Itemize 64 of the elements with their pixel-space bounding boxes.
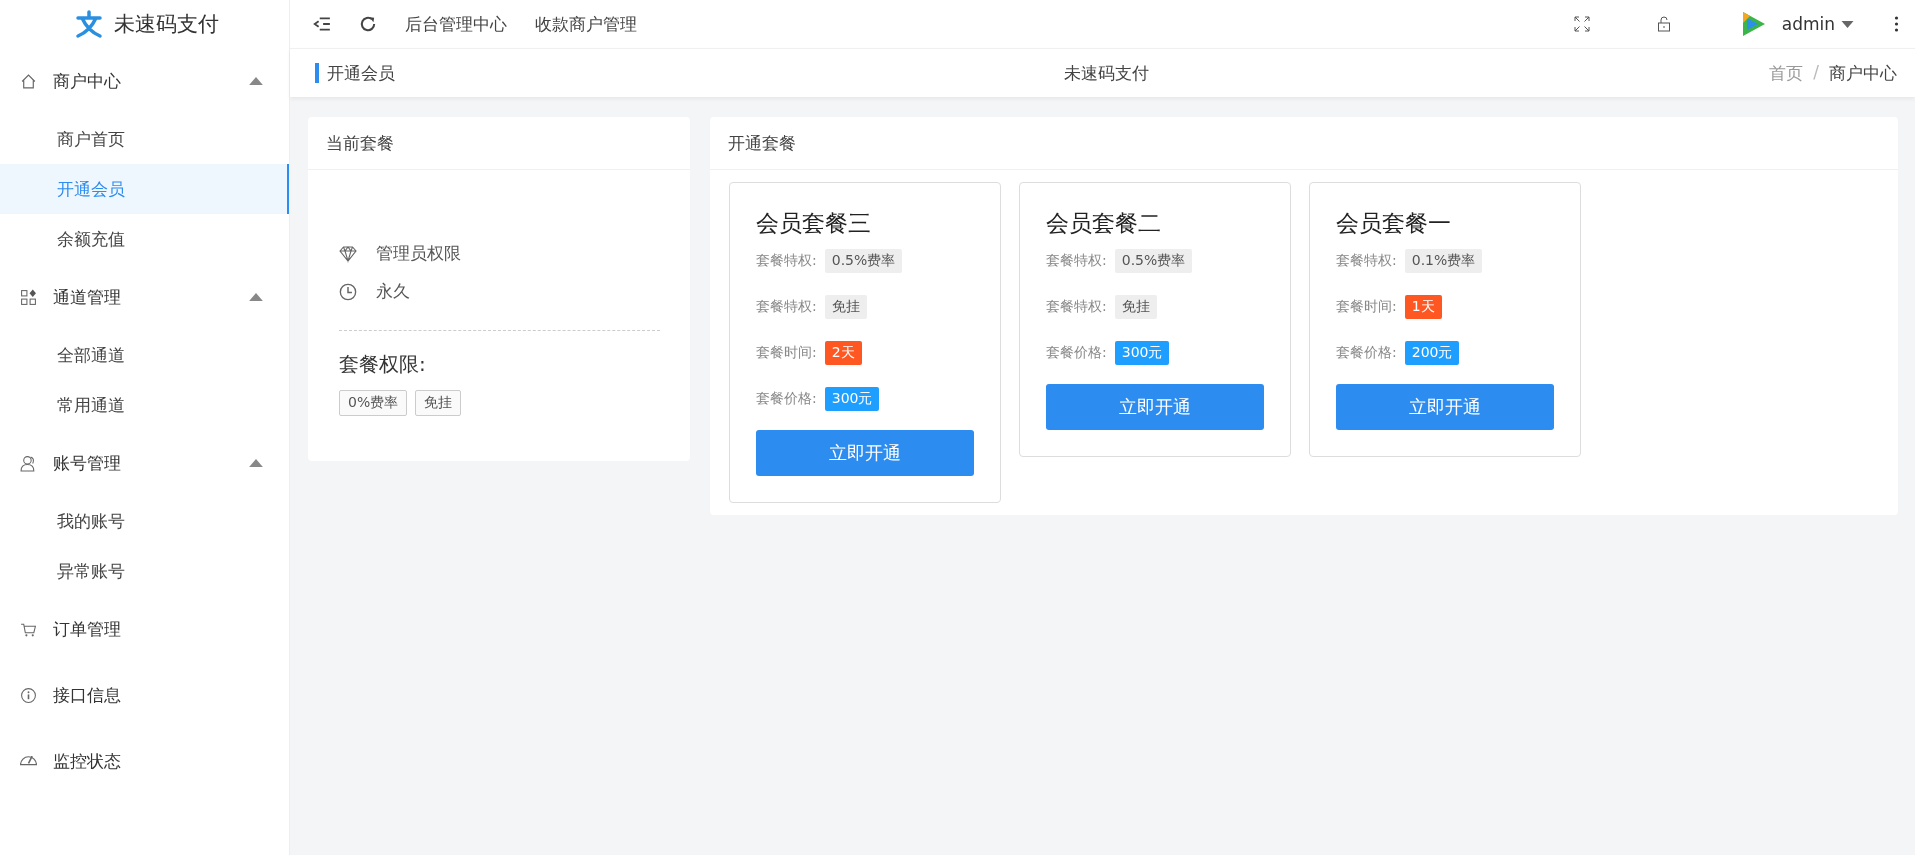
plan-role: 管理员权限 — [376, 242, 461, 265]
row-label: 套餐时间: — [1336, 298, 1397, 316]
menu-group[interactable]: 订单管理 — [0, 596, 289, 662]
gauge-icon — [20, 756, 37, 766]
plan-tag: 200元 — [1404, 341, 1460, 365]
menu-item[interactable]: 商户首页 — [0, 114, 289, 164]
plan-tag: 0.5%费率 — [1114, 249, 1193, 273]
info-icon — [20, 686, 37, 704]
user-name[interactable]: admin — [1781, 14, 1835, 34]
plan-duration: 永久 — [376, 280, 410, 303]
menu-group[interactable]: 通道管理 — [0, 264, 289, 330]
menu-item[interactable]: 余额充值 — [0, 214, 289, 264]
apps-icon — [20, 288, 37, 306]
plan-tag: 0.5%费率 — [824, 249, 903, 273]
menu-item[interactable]: 常用通道 — [0, 380, 289, 430]
plan-tag: 0.1%费率 — [1404, 249, 1483, 273]
row-label: 套餐价格: — [756, 390, 817, 408]
row-label: 套餐特权: — [1336, 252, 1397, 270]
breadcrumb-separator: / — [1813, 61, 1819, 84]
plan-tag: 300元 — [824, 387, 880, 411]
nav-link[interactable]: 收款商户管理 — [535, 12, 637, 36]
menu-group[interactable]: 接口信息 — [0, 662, 289, 728]
card-title: 当前套餐 — [308, 117, 690, 170]
refresh-icon[interactable] — [359, 15, 377, 33]
menu-item[interactable]: 我的账号 — [0, 496, 289, 546]
menu-group[interactable]: 商户中心 — [0, 48, 289, 114]
menu-item[interactable]: 全部通道 — [0, 330, 289, 380]
home-icon — [20, 72, 37, 90]
caret-icon[interactable] — [1841, 20, 1854, 28]
more-icon[interactable] — [1894, 16, 1899, 32]
plan-tag: 免挂 — [1114, 295, 1157, 319]
perm-tag: 免挂 — [415, 390, 462, 416]
menu-group[interactable]: 监控状态 — [0, 728, 289, 794]
site-title: 未速码支付 — [1063, 61, 1149, 85]
perms-label: 套餐权限: — [339, 351, 427, 378]
row-label: 套餐特权: — [1046, 298, 1107, 316]
menu-fold-icon[interactable] — [313, 15, 331, 33]
row-label: 套餐特权: — [756, 298, 817, 316]
plan-tag: 300元 — [1114, 341, 1170, 365]
row-label: 套餐价格: — [1046, 344, 1107, 362]
plan-tag: 1天 — [1404, 295, 1442, 319]
plan-name: 会员套餐三 — [756, 209, 872, 238]
menu-group[interactable]: 账号管理 — [0, 430, 289, 496]
row-label: 套餐时间: — [756, 344, 817, 362]
plan-name: 会员套餐二 — [1046, 209, 1162, 238]
plan-name: 会员套餐一 — [1336, 209, 1452, 238]
brand-name: 未速码支付 — [114, 11, 219, 38]
nav-link[interactable]: 后台管理中心 — [405, 12, 507, 36]
page-title: 开通会员 — [315, 62, 395, 83]
user-icon — [20, 454, 37, 472]
menu-item[interactable]: 异常账号 — [0, 546, 289, 596]
card-title: 开通套餐 — [710, 117, 1898, 170]
breadcrumb-link[interactable]: 商户中心 — [1829, 61, 1897, 85]
plan-tag: 2天 — [824, 341, 862, 365]
fullscreen-icon[interactable] — [1573, 16, 1590, 32]
clock-icon — [339, 282, 357, 301]
logo-icon — [74, 9, 104, 39]
perm-tag: 0%费率 — [339, 390, 408, 416]
plan-tag: 免挂 — [824, 295, 867, 319]
row-label: 套餐特权: — [756, 252, 817, 270]
lock-icon[interactable] — [1655, 16, 1672, 32]
row-label: 套餐价格: — [1336, 344, 1397, 362]
diamond-icon — [339, 244, 357, 263]
row-label: 套餐特权: — [1046, 252, 1107, 270]
